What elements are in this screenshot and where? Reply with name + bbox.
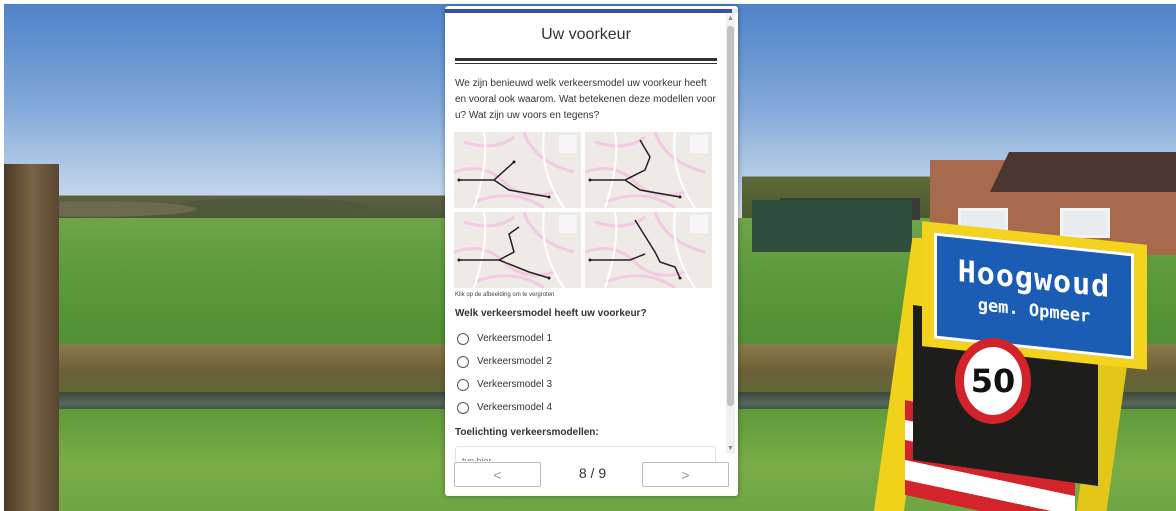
option-label: Verkeersmodel 3 [477, 379, 553, 390]
radio-button[interactable] [457, 355, 469, 368]
house-window [1060, 208, 1110, 238]
navigation-bar: < 8 / 9 > [445, 462, 738, 496]
model-images-grid [454, 132, 714, 288]
model-options: Verkeersmodel 1 Verkeersmodel 2 Verkeers… [457, 327, 727, 419]
option-verkeersmodel-2[interactable]: Verkeersmodel 2 [457, 350, 727, 373]
chevron-right-icon: > [681, 466, 690, 483]
speed-limit-value: 50 [970, 362, 1016, 400]
survey-panel: Uw voorkeur We zijn benieuwd welk verkee… [445, 6, 738, 496]
model-4-map-icon [585, 212, 712, 288]
previous-button[interactable]: < [454, 462, 541, 487]
tree-trunk [4, 164, 59, 511]
question-label: Welk verkeersmodel heeft uw voorkeur? [455, 308, 647, 319]
chevron-left-icon: < [493, 466, 502, 483]
option-verkeersmodel-4[interactable]: Verkeersmodel 4 [457, 396, 727, 419]
model-3-map-icon [454, 212, 581, 288]
scroll-up-icon[interactable]: ▲ [726, 14, 735, 24]
title-divider [455, 58, 717, 64]
scroll-down-icon[interactable]: ▼ [726, 444, 735, 454]
option-label: Verkeersmodel 1 [477, 333, 553, 344]
comment-label: Toelichting verkeersmodellen: [455, 427, 599, 438]
radio-button[interactable] [457, 401, 469, 414]
option-label: Verkeersmodel 2 [477, 356, 553, 367]
option-verkeersmodel-3[interactable]: Verkeersmodel 3 [457, 373, 727, 396]
speed-limit-sign: 50 [955, 338, 1031, 424]
survey-content: Uw voorkeur We zijn benieuwd welk verkee… [445, 13, 727, 461]
radio-button[interactable] [457, 378, 469, 391]
shed [752, 200, 912, 252]
intro-text: We zijn benieuwd welk verkeersmodel uw v… [455, 78, 716, 121]
model-2-image[interactable] [585, 132, 712, 208]
image-caption: Klik op de afbeelding om te vergroten [455, 292, 555, 298]
scrollbar-thumb[interactable] [727, 26, 734, 406]
next-button[interactable]: > [642, 462, 729, 487]
house-roof [990, 152, 1176, 192]
model-1-map-icon [454, 132, 581, 208]
model-2-map-icon [585, 132, 712, 208]
option-verkeersmodel-1[interactable]: Verkeersmodel 1 [457, 327, 727, 350]
radio-button[interactable] [457, 332, 469, 345]
model-3-image[interactable] [454, 212, 581, 288]
comment-textarea[interactable] [455, 446, 716, 461]
model-1-image[interactable] [454, 132, 581, 208]
model-4-image[interactable] [585, 212, 712, 288]
option-label: Verkeersmodel 4 [477, 402, 553, 413]
page-counter: 8 / 9 [578, 465, 607, 481]
scrollbar[interactable]: ▲ ▼ [726, 14, 735, 454]
town-sign: Hoogwoud gem. Opmeer [934, 232, 1134, 360]
page-title: Uw voorkeur [541, 26, 631, 43]
